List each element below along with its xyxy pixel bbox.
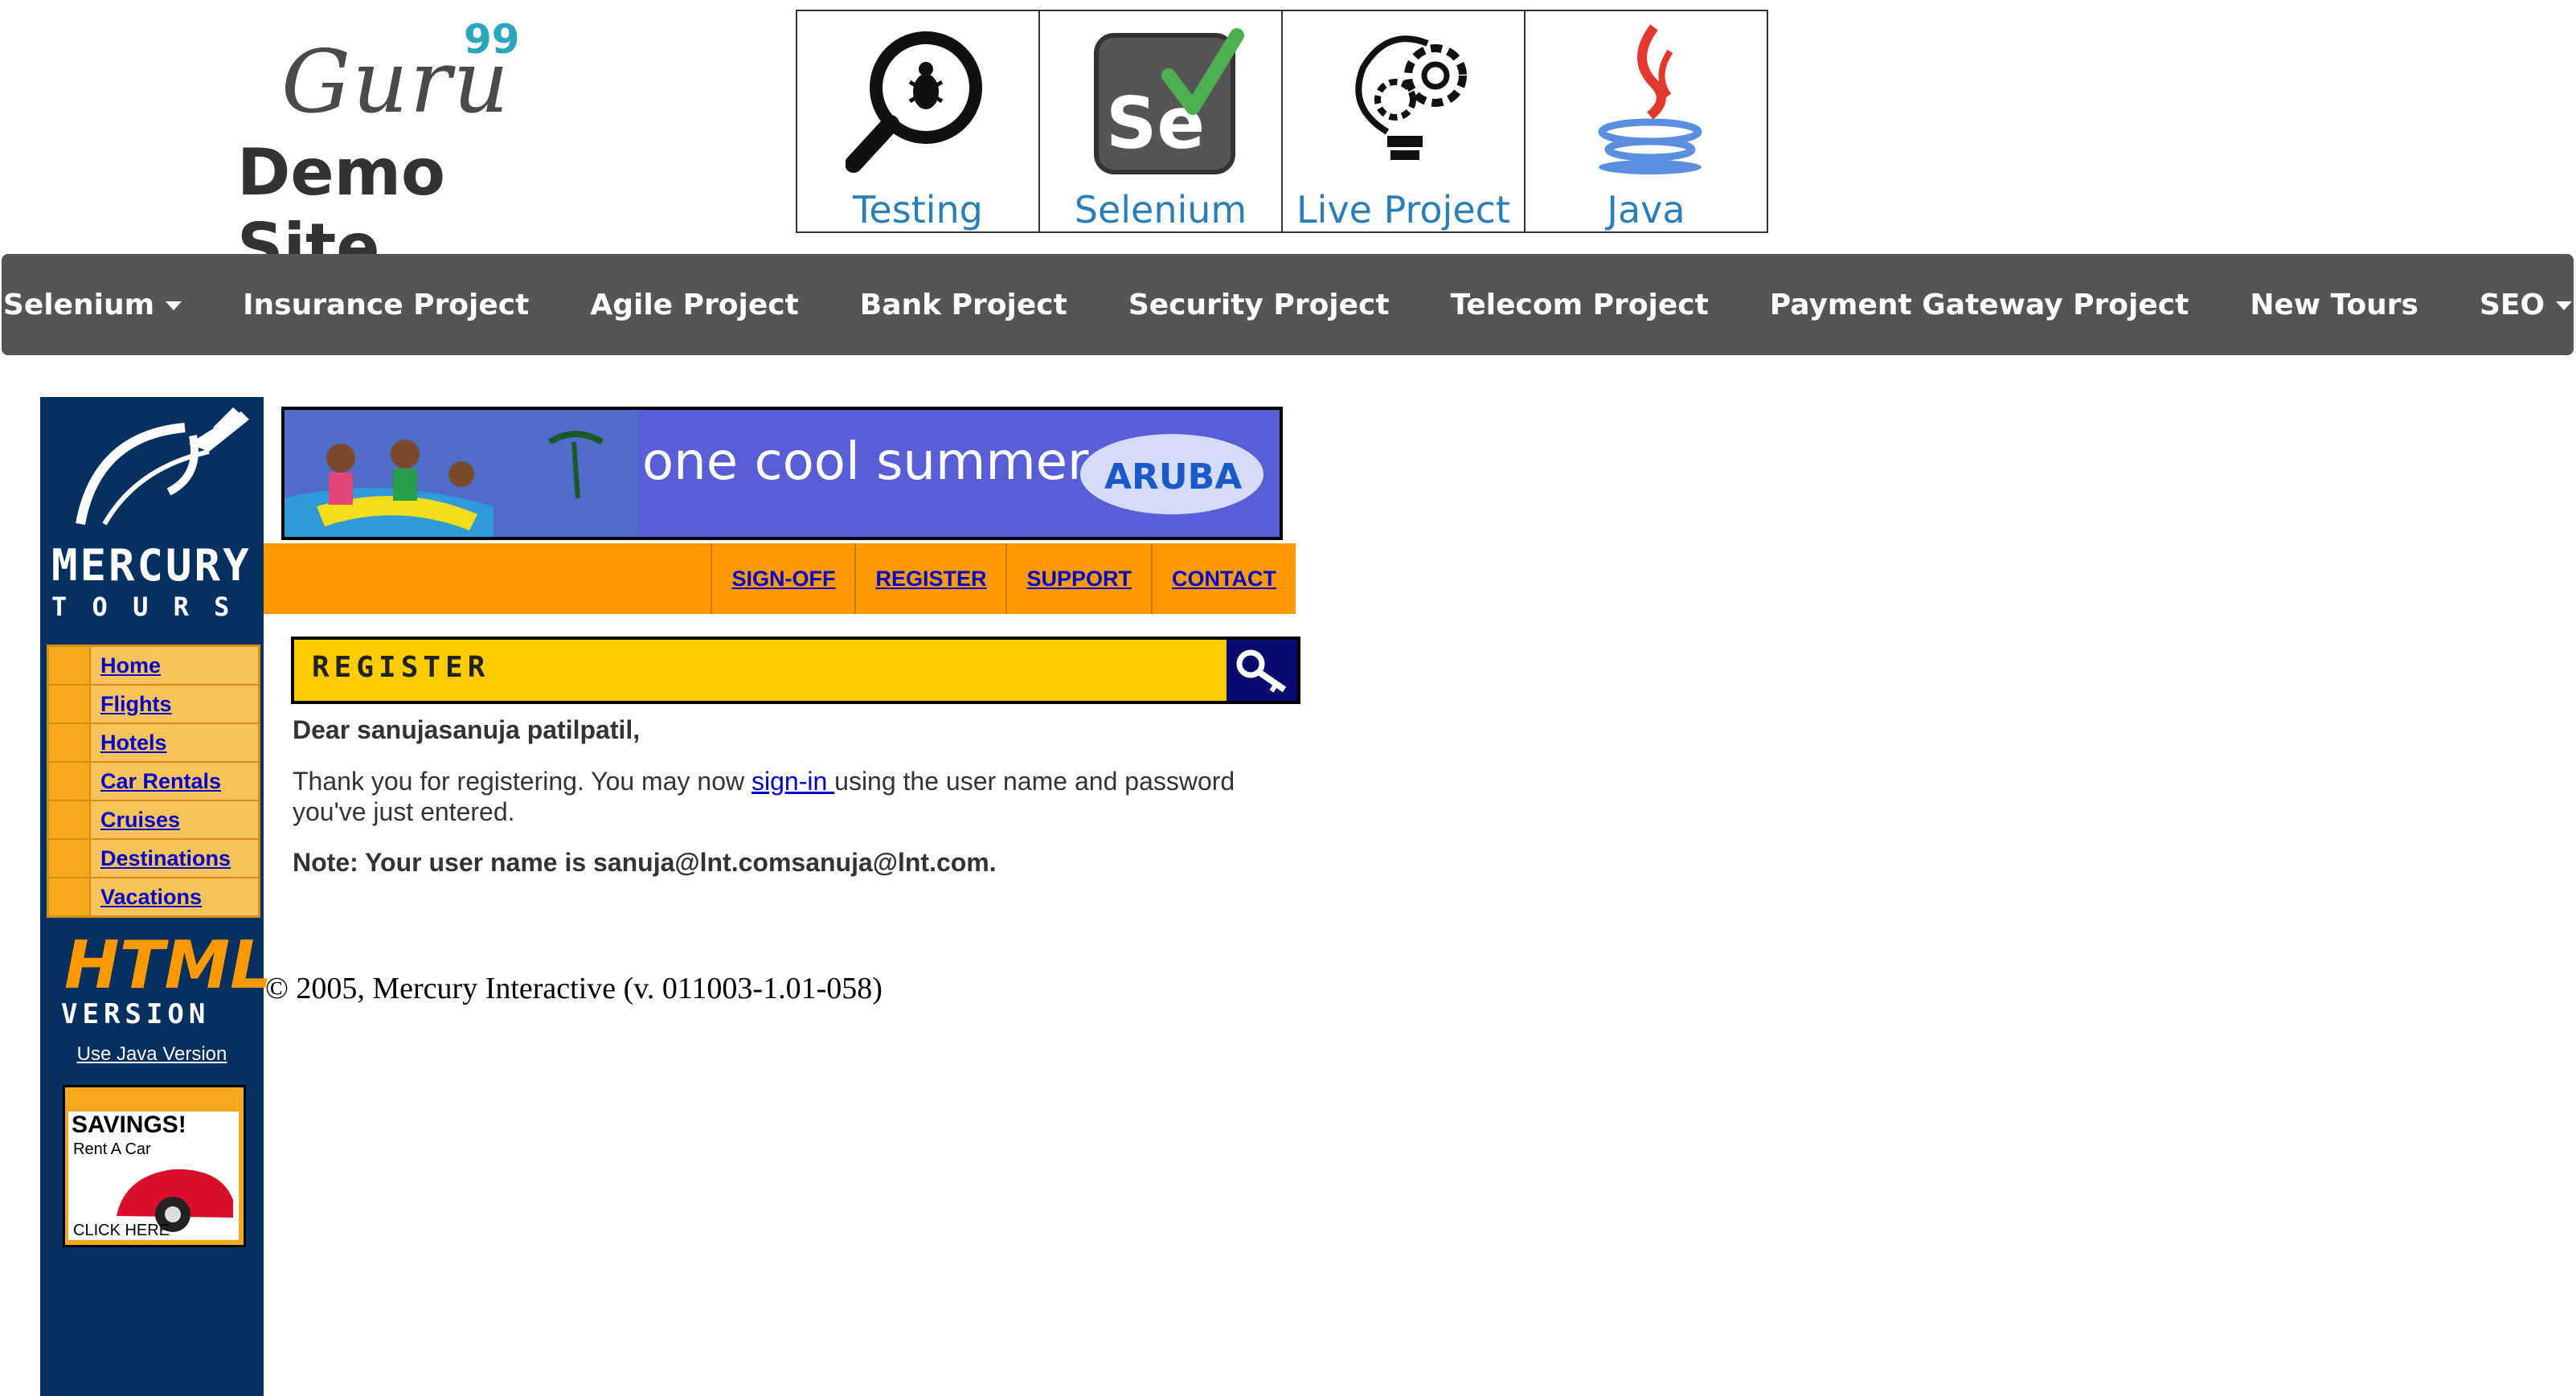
logo-line1: MERCURY (51, 540, 252, 591)
nav-security-project[interactable]: Security Project (1128, 289, 1390, 321)
nav-payment-gateway-project[interactable]: Payment Gateway Project (1770, 289, 2189, 321)
page-title: REGISTER (312, 651, 490, 684)
menu-row: Cruises (49, 801, 258, 840)
top-link-bar: SIGN-OFF REGISTER SUPPORT CONTACT (264, 543, 1296, 614)
menu-link-vacations[interactable]: Vacations (100, 885, 202, 910)
register-confirmation: Dear sanujasanuja patilpatil, Thank you … (293, 715, 1289, 878)
banner-tagline: one cool summer (642, 432, 1089, 492)
menu-row: Flights (49, 686, 258, 724)
nav-insurance-project[interactable]: Insurance Project (243, 289, 529, 321)
savings-ad[interactable]: SAVINGS! Rent A Car CLICK HERE (63, 1085, 246, 1247)
greeting: Dear sanujasanuja patilpatil, (293, 715, 641, 744)
copyright: © 2005, Mercury Interactive (v. 011003-1… (265, 972, 883, 1005)
side-menu: Home Flights Hotels Car Rentals Cruises … (47, 645, 260, 918)
course-tiles: Testing Se Selenium Live Project Java (796, 10, 1768, 233)
tile-label: Testing (853, 188, 983, 231)
nav-label: SEO (2479, 288, 2545, 321)
aruba-logo: ARUBA (1080, 434, 1263, 514)
support-link[interactable]: SUPPORT (1005, 543, 1151, 614)
menu-link-cruises[interactable]: Cruises (100, 808, 180, 833)
nav-agile-project[interactable]: Agile Project (590, 289, 798, 321)
html-version-line2: VERSION (61, 998, 211, 1030)
beach-raft-image (285, 410, 638, 537)
menu-row: Destinations (49, 840, 258, 878)
html-version-badge: HTML VERSION (56, 927, 272, 1032)
nav-new-tours[interactable]: New Tours (2250, 289, 2418, 321)
menu-row: Car Rentals (49, 763, 258, 801)
mercury-tours-logo[interactable]: MERCURY T O U R S (48, 403, 257, 637)
menu-row: Hotels (49, 724, 258, 763)
caret-down-icon (166, 301, 182, 310)
tile-live-project[interactable]: Live Project (1283, 11, 1526, 231)
brand-sup: 99 (464, 16, 520, 63)
menu-link-flights[interactable]: Flights (100, 692, 172, 717)
menu-link-destinations[interactable]: Destinations (100, 846, 231, 871)
key-icon (1227, 640, 1297, 701)
tile-java[interactable]: Java (1526, 11, 1767, 231)
menu-link-home[interactable]: Home (100, 653, 161, 678)
main-navbar: Selenium Insurance Project Agile Project… (2, 254, 2574, 355)
register-heading-bar: REGISTER (291, 637, 1300, 704)
sign-off-link[interactable]: SIGN-OFF (711, 543, 854, 614)
tile-selenium[interactable]: Se Selenium (1040, 11, 1283, 231)
html-version-line1: HTML (64, 927, 272, 1004)
plane-logo-icon (76, 407, 249, 526)
tile-label: Selenium (1074, 188, 1247, 231)
java-cup-icon (1598, 24, 1702, 174)
savings-click: CLICK HERE (73, 1222, 170, 1239)
tile-testing[interactable]: Testing (797, 11, 1040, 231)
selenium-icon: Se (1094, 28, 1244, 174)
aruba-banner[interactable]: one cool summer ARUBA (281, 407, 1283, 540)
mercury-tours-frame: MERCURY T O U R S Home Flights Hotels Ca… (40, 397, 1300, 1396)
sidebar: MERCURY T O U R S Home Flights Hotels Ca… (40, 397, 272, 1396)
nav-bank-project[interactable]: Bank Project (860, 289, 1067, 321)
menu-row: Vacations (49, 878, 258, 915)
menu-row: Home (49, 647, 258, 686)
thanks-message: Thank you for registering. You may now s… (293, 766, 1289, 827)
register-link[interactable]: REGISTER (854, 543, 1005, 614)
tile-label: Live Project (1296, 188, 1510, 231)
logo-line2: T O U R S (51, 592, 235, 622)
use-java-version-link[interactable]: Use Java Version (40, 1043, 264, 1066)
aruba-label: ARUBA (1104, 456, 1243, 497)
guru99-logo[interactable]: Guru 99 Demo Site (229, 16, 567, 285)
thanks-before: Thank you for registering. You may now (293, 767, 752, 796)
lightbulb-gear-icon (1355, 35, 1467, 160)
menu-link-car-rentals[interactable]: Car Rentals (100, 769, 221, 794)
nav-seo[interactable]: SEO (2479, 288, 2573, 321)
nav-label: Selenium (2, 288, 155, 321)
tile-label: Java (1607, 188, 1685, 231)
nav-telecom-project[interactable]: Telecom Project (1451, 289, 1709, 321)
menu-link-hotels[interactable]: Hotels (100, 731, 167, 755)
nav-selenium[interactable]: Selenium (3, 289, 182, 321)
contact-link[interactable]: CONTACT (1151, 543, 1296, 614)
top-nav: SIGN-OFF REGISTER SUPPORT CONTACT (711, 543, 1296, 614)
car-icon (117, 1169, 233, 1232)
username-note: Note: Your user name is sanuja@lnt.comsa… (293, 848, 997, 877)
caret-down-icon (2556, 301, 2573, 310)
sign-in-link[interactable]: sign-in (752, 767, 834, 796)
magnifier-bug-icon (846, 31, 982, 173)
